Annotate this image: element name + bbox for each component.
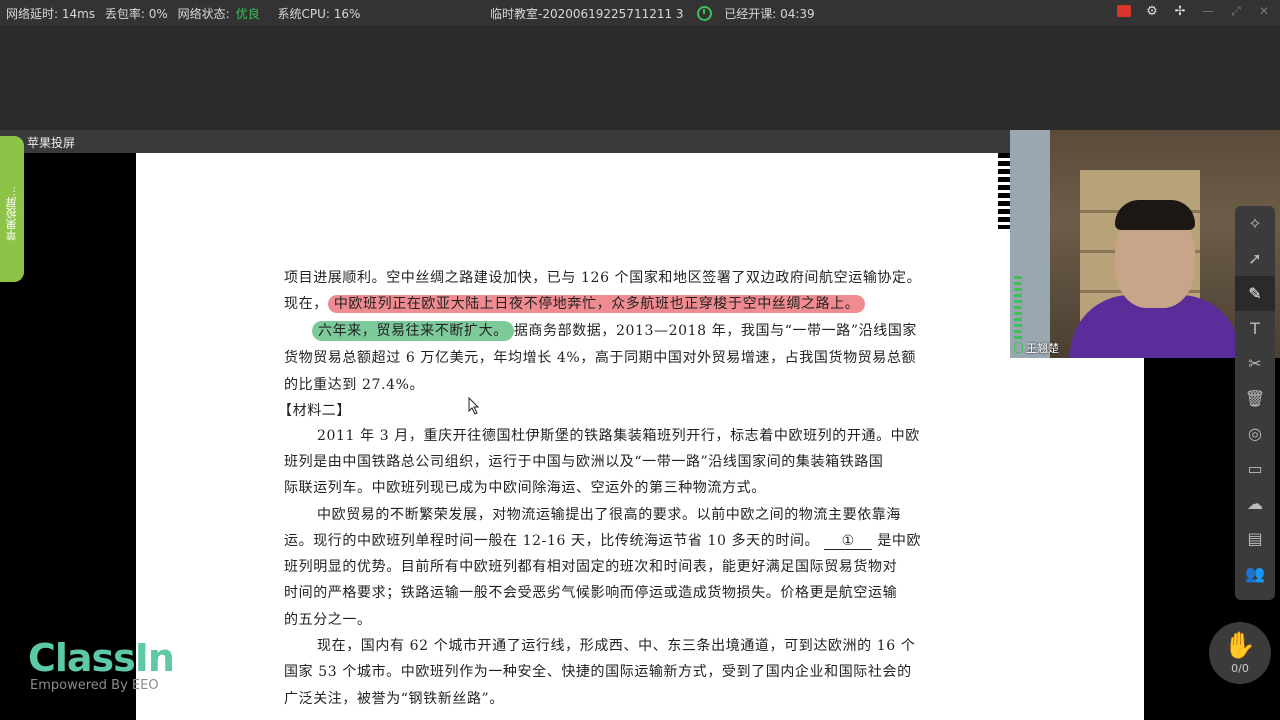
room-name: 临时教室-20200619225711211 3 bbox=[490, 7, 684, 21]
doc-line: 现在，国内有 62 个城市开通了运行线，形成西、中、东三条出境通道，可到达欧洲的… bbox=[317, 638, 916, 654]
users-icon[interactable]: 👥 bbox=[1235, 556, 1275, 591]
side-tab-label: 苹果投屏... bbox=[5, 186, 18, 241]
raise-hand-count: 0/0 bbox=[1231, 661, 1249, 675]
answer-blank: ① bbox=[824, 533, 873, 550]
logo-tagline: Empowered By EEO bbox=[30, 678, 159, 693]
microphone-icon bbox=[1014, 342, 1023, 353]
window-controls: ⚙ ✢ — ⤢ ✕ bbox=[1116, 3, 1272, 19]
screen-share-header[interactable]: 苹果投屏 bbox=[0, 130, 1010, 153]
select-icon[interactable]: ➚ bbox=[1235, 241, 1275, 276]
doc-line: 国家 53 个城市。中欧班列作为一种安全、快捷的国际运输新方式，受到了国内企业和… bbox=[284, 664, 912, 680]
cloud-icon[interactable]: ☁ bbox=[1235, 486, 1275, 521]
highlight-green: 六年来，贸易往来不断扩大。 bbox=[312, 321, 514, 341]
trash-icon[interactable]: 🗑 bbox=[1235, 381, 1275, 416]
logo-brand: ClassIn bbox=[28, 636, 175, 680]
doc-line: 的比重达到 27.4%。 bbox=[284, 377, 425, 393]
maximize-icon[interactable]: ⤢ bbox=[1228, 3, 1244, 19]
doc-line: 运。现行的中欧班列单程时间一般在 12-16 天，比传统海运节省 10 多天的时… bbox=[284, 530, 921, 550]
screen-share-side-tab[interactable]: 苹果投屏... bbox=[0, 136, 24, 282]
class-info: 临时教室-20200619225711211 3 已经开课: 04:39 bbox=[490, 5, 815, 22]
section-heading: 【材料二】 bbox=[278, 403, 351, 419]
settings-icon[interactable]: ⚙ bbox=[1144, 3, 1160, 19]
clock-icon bbox=[697, 6, 713, 21]
laser-icon[interactable]: ✧ bbox=[1235, 206, 1275, 241]
doc-line: 现在， 中欧班列正在欧亚大陆上日夜不停地奔忙，众多航班也正穿梭于空中丝绸之路上。 bbox=[284, 293, 866, 313]
status-bar: 网络延时: 14ms 丢包率: 0% 网络状态: 优良 系统CPU: 16% 临时… bbox=[0, 0, 1280, 25]
close-icon[interactable]: ✕ bbox=[1256, 3, 1272, 19]
doc-line: 的五分之一。 bbox=[284, 612, 372, 628]
teacher-name-text: 王翘楚 bbox=[1026, 342, 1059, 355]
pin-icon[interactable]: ✢ bbox=[1172, 3, 1188, 19]
doc-line: 六年来，贸易往来不断扩大。 据商务部数据，2013—2018 年，我国与“一带一路… bbox=[312, 320, 918, 341]
doc-line: 广泛关注，被誉为“钢铁新丝路”。 bbox=[284, 691, 504, 707]
doc-line: 货物贸易总额超过 6 万亿美元，年均增长 4%，高于同期中国对外贸易增速，占我国… bbox=[284, 350, 917, 366]
doc-line: 项目进展顺利。空中丝绸之路建设加快，已与 126 个国家和地区签署了双边政府间航… bbox=[284, 270, 922, 286]
toolbox-icon[interactable]: ▤ bbox=[1235, 521, 1275, 556]
minimize-icon[interactable]: — bbox=[1200, 3, 1216, 19]
doc-line: 班列是由中国铁路总公司组织，运行于中国与欧洲以及“一带一路”沿线国家间的集装箱铁… bbox=[284, 454, 884, 470]
volume-meter bbox=[1014, 276, 1022, 342]
doc-line: 时间的严格要求；铁路运输一般不会受恶劣气候影响而停运或造成货物损失。价格更是航空… bbox=[284, 585, 898, 601]
shared-document: 项目进展顺利。空中丝绸之路建设加快，已与 126 个国家和地区签署了双边政府间航… bbox=[136, 153, 1144, 720]
doc-line: 2011 年 3 月，重庆开往德国杜伊斯堡的铁路集装箱班列开行，标志着中欧班列的… bbox=[317, 428, 920, 444]
raise-hand-button[interactable]: ✋ 0/0 bbox=[1209, 622, 1271, 684]
pen-icon[interactable]: ✎ bbox=[1235, 276, 1275, 311]
doc-text: 现在， bbox=[284, 296, 328, 312]
doc-line: 班列明显的优势。目前所有中欧班列都有相对固定的班次和时间表，能更好满足国际贸易货… bbox=[284, 559, 898, 575]
cpu-text: 系统CPU: 16% bbox=[277, 7, 361, 21]
recording-icon[interactable] bbox=[1116, 3, 1132, 19]
elapsed-time: 已经开课: 04:39 bbox=[724, 7, 815, 21]
whiteboard-toolbar: ✧ ➚ ✎ T ✂ 🗑 ◎ ▭ ☁ ▤ 👥 bbox=[1235, 206, 1275, 600]
classin-logo: ClassIn Empowered By EEO bbox=[28, 636, 175, 693]
mouse-cursor-icon bbox=[468, 397, 480, 415]
raise-hand-icon: ✋ bbox=[1223, 630, 1257, 661]
doc-line: 际联运列车。中欧班列现已成为中欧间除海运、空运外的第三种物流方式。 bbox=[284, 480, 766, 496]
doc-text: 运。现行的中欧班列单程时间一般在 12-16 天，比传统海运节省 10 多天的时… bbox=[284, 533, 820, 549]
doc-line: 中欧贸易的不断繁荣发展，对物流运输提出了很高的要求。以前中欧之间的物流主要依靠海 bbox=[317, 507, 901, 523]
network-stats: 网络延时: 14ms 丢包率: 0% 网络状态: 优良 系统CPU: 16% bbox=[6, 5, 366, 22]
network-label: 网络状态: bbox=[177, 7, 230, 21]
packet-loss-text: 丢包率: 0% bbox=[104, 7, 168, 21]
scissors-icon[interactable]: ✂ bbox=[1235, 346, 1275, 381]
network-status-value: 优良 bbox=[235, 7, 260, 21]
highlight-red: 中欧班列正在欧亚大陆上日夜不停地奔忙，众多航班也正穿梭于空中丝绸之路上。 bbox=[327, 295, 866, 313]
text-icon[interactable]: T bbox=[1235, 311, 1275, 346]
latency-text: 网络延时: 14ms bbox=[6, 7, 96, 21]
teacher-name: 王翘楚 bbox=[1014, 340, 1059, 356]
screen-share-title: 苹果投屏 bbox=[27, 136, 76, 150]
doc-text: 是中欧 bbox=[877, 533, 922, 549]
audio-icon[interactable]: ◎ bbox=[1235, 416, 1275, 451]
doc-text: 据商务部数据，2013—2018 年，我国与“一带一路”沿线国家 bbox=[513, 323, 918, 339]
blank-area bbox=[0, 25, 1280, 130]
chat-icon[interactable]: ▭ bbox=[1235, 451, 1275, 486]
qr-code-fragment bbox=[998, 153, 1010, 229]
